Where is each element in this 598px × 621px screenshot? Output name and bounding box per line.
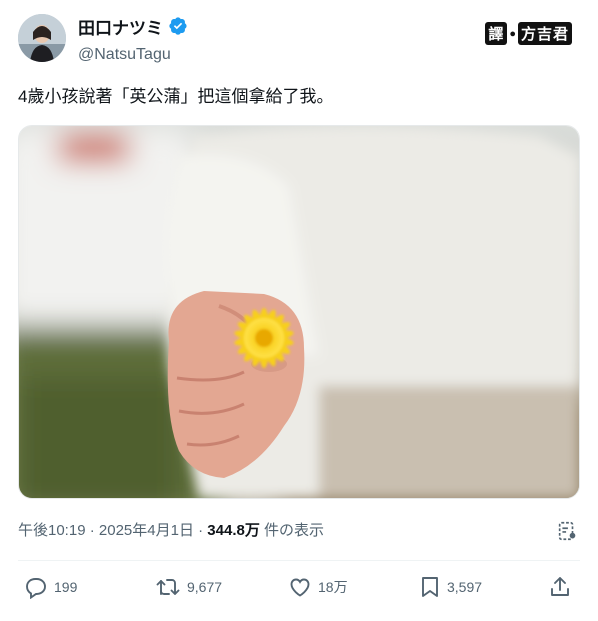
reply-button[interactable]: 199 (24, 575, 77, 599)
retweet-icon (155, 575, 181, 599)
like-button[interactable]: 18万 (288, 575, 348, 599)
share-button[interactable] (548, 575, 572, 599)
display-name-row[interactable]: 田口ナツミ (78, 16, 188, 42)
display-name[interactable]: 田口ナツミ (78, 18, 163, 40)
bookmark-button[interactable]: 3,597 (419, 575, 482, 599)
retweet-button[interactable]: 9,677 (155, 575, 222, 599)
divider (18, 560, 580, 561)
tweet-time[interactable]: 午後10:19 (18, 522, 86, 539)
tweet-header: 田口ナツミ @NatsuTagu 譯 ● 方吉君 (18, 14, 580, 64)
avatar[interactable] (18, 14, 66, 62)
tweet-meta: 午後10:19 · 2025年4月1日 · 344.8万 件の表示 (18, 520, 324, 542)
tweet-text: 4歲小孩說著「英公蒲」把這個拿給了我。 (18, 87, 334, 106)
like-count: 18万 (318, 579, 348, 595)
share-icon (548, 575, 572, 599)
retweet-count: 9,677 (187, 579, 223, 595)
tweet-date[interactable]: 2025年4月1日 (99, 522, 194, 539)
meta-separator: · (85, 522, 99, 539)
translator-watermark: 譯 ● 方吉君 (485, 22, 572, 45)
tweet-photo[interactable] (18, 125, 580, 499)
meta-separator-2: · (193, 522, 208, 539)
bookmark-icon (419, 575, 441, 599)
reply-icon (24, 575, 48, 599)
verified-badge-icon (168, 16, 188, 42)
view-count: 344.8万 (207, 522, 260, 539)
reply-count: 199 (54, 579, 78, 595)
views-label: 件の表示 (259, 522, 325, 539)
analytics-icon[interactable] (556, 520, 578, 547)
action-bar: 199 9,677 18万 3,597 (18, 575, 580, 611)
heart-icon (288, 575, 312, 599)
watermark-left: 譯 (485, 22, 508, 45)
user-handle[interactable]: @NatsuTagu (78, 44, 188, 66)
watermark-dot: ● (509, 27, 516, 40)
bookmark-count: 3,597 (447, 579, 483, 595)
watermark-right: 方吉君 (517, 22, 572, 45)
